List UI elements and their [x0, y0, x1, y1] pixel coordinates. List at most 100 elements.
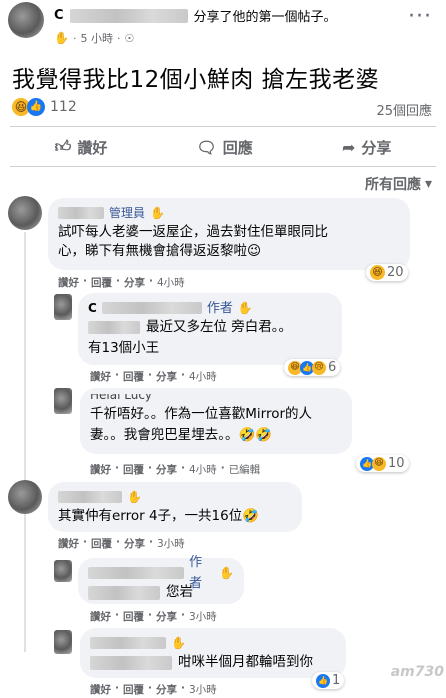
- post-action-bar: 👍︎ 讚好 🗨︎ 回應 ➦ 分享: [10, 132, 436, 162]
- comment-text-line: 有13個小王: [88, 340, 160, 356]
- more-dots-icon[interactable]: ···: [408, 4, 432, 29]
- comment-author-name-blurred[interactable]: [58, 207, 104, 219]
- comment-edited-label[interactable]: 已編輯: [229, 462, 261, 477]
- comment-reply-link[interactable]: 回覆: [91, 536, 112, 551]
- replier-avatar[interactable]: [54, 294, 72, 320]
- comment-reaction-count: 1: [332, 673, 341, 688]
- comment-author: 作者 ✋: [88, 555, 234, 591]
- comment-bubble: ✋ 其實仲有error 4子，一共16位🤣: [48, 482, 302, 532]
- comment-share-link[interactable]: 分享: [124, 536, 145, 551]
- comment-share-link[interactable]: 分享: [156, 462, 177, 477]
- comment-author-name-blurred[interactable]: [88, 567, 185, 579]
- comment-author: ✋: [90, 634, 336, 652]
- post-author-avatar[interactable]: [8, 2, 44, 38]
- comment-button[interactable]: 🗨︎ 回應: [196, 137, 252, 158]
- sort-label: 所有回應: [364, 177, 421, 193]
- author-badge: 作者: [206, 300, 233, 316]
- commenter-avatar[interactable]: [8, 196, 42, 230]
- comment-actions: 讚好 · 回覆 · 分享 · 3小時: [90, 682, 217, 697]
- comment-share-link[interactable]: 分享: [156, 369, 177, 384]
- comment-like-link[interactable]: 讚好: [90, 369, 111, 384]
- reaction-count: 112: [50, 99, 77, 115]
- comment-text-line: 其實仲有error 4子，一共16位🤣: [58, 508, 260, 524]
- comment-like-link[interactable]: 讚好: [58, 536, 79, 551]
- top-fan-badge-icon: ✋: [171, 635, 186, 650]
- comment-actions: 讚好 · 回覆 · 分享 · 4小時: [90, 369, 217, 384]
- speech-bubble-icon: 🗨︎: [196, 137, 217, 157]
- comment-time[interactable]: 3小時: [189, 609, 217, 624]
- comment-text-row: 最近又多左位 旁白君。。: [88, 317, 332, 338]
- comment-reactions[interactable]: 😆 20: [366, 264, 408, 281]
- post-shared-text: 分享了他的第一個帖子。: [193, 10, 337, 25]
- comment-text-line: 咁咪半個月都輪唔到你: [178, 654, 313, 670]
- comment-reply-link[interactable]: 回覆: [123, 609, 144, 624]
- post-time[interactable]: 5 小時: [80, 30, 113, 46]
- comment-author-name-blurred[interactable]: [58, 491, 122, 503]
- comment-text-line: 千祈唔好。。作為一位喜歡Mirror的人: [90, 406, 313, 422]
- commenter-avatar[interactable]: [8, 480, 42, 514]
- comment-author-name-blurred[interactable]: [101, 302, 202, 314]
- watermark-logo: am730: [390, 664, 444, 680]
- meta-separator-2: ·: [116, 31, 121, 45]
- comment-share-link[interactable]: 分享: [156, 682, 177, 697]
- comment-reactions[interactable]: 😆 👍 😢 6: [284, 359, 341, 376]
- comment-like-link[interactable]: 讚好: [90, 609, 111, 624]
- comment-author: C 作者 ✋: [88, 299, 332, 317]
- mention-blurred[interactable]: [88, 321, 140, 334]
- post-meta: ✋ · 5 小時 · ☉: [54, 30, 134, 46]
- comment-text-line: 最近又多左位 旁白君。。: [146, 319, 293, 335]
- comment-like-link[interactable]: 讚好: [58, 275, 79, 290]
- top-fan-badge-icon: ✋: [127, 489, 142, 504]
- comment-label: 回應: [222, 138, 253, 157]
- comment-author-name-partial[interactable]: Helai Lucy: [90, 394, 152, 404]
- reply-thread-line: [24, 232, 26, 652]
- comment-time[interactable]: 4小時: [189, 369, 217, 384]
- comment-text-row: 咁咪半個月都輪唔到你: [90, 652, 336, 673]
- privacy-icon: ☉: [124, 31, 135, 45]
- share-button[interactable]: ➦ 分享: [342, 137, 391, 158]
- comment-time[interactable]: 4小時: [157, 275, 185, 290]
- comment-bubble: C 作者 ✋ 最近又多左位 旁白君。。 有13個小王: [78, 293, 342, 365]
- comment-reply-link[interactable]: 回覆: [91, 275, 112, 290]
- mention-blurred[interactable]: [88, 585, 160, 600]
- comment-author-prefix[interactable]: C: [88, 298, 97, 319]
- comment-count[interactable]: 25個回應: [376, 100, 432, 119]
- comment-reactions[interactable]: 👍 1: [312, 672, 345, 689]
- replier-avatar[interactable]: [54, 560, 72, 582]
- meta-separator: ·: [72, 31, 77, 45]
- comment-reactions[interactable]: 👍 😆 10: [356, 455, 409, 472]
- comment-reply-link[interactable]: 回覆: [123, 682, 144, 697]
- replier-avatar[interactable]: [54, 388, 72, 414]
- comment-reaction-count: 20: [387, 265, 404, 280]
- comment-reaction-count: 6: [328, 360, 337, 375]
- comment-text-line: 心，睇下有無機會搶得返返黎啦😉: [58, 243, 262, 259]
- like-button[interactable]: 👍︎ 讚好: [55, 137, 108, 158]
- comment-share-link[interactable]: 分享: [124, 275, 145, 290]
- comment-time[interactable]: 3小時: [157, 536, 185, 551]
- comment-sort-dropdown[interactable]: 所有回應 ▾: [365, 174, 432, 194]
- post-reactions[interactable]: 😆 👍 112: [12, 98, 77, 116]
- share-arrow-icon: ➦: [341, 137, 356, 157]
- comment-time[interactable]: 3小時: [189, 682, 217, 697]
- comment-time[interactable]: 4小時: [189, 462, 217, 477]
- post-author-name-blurred[interactable]: [69, 8, 188, 23]
- sad-reaction-icon: 😢: [312, 360, 326, 375]
- comment-like-link[interactable]: 讚好: [90, 462, 111, 477]
- comment-actions: 讚好 · 回覆 · 分享 · 4小時 · 已編輯: [90, 462, 261, 477]
- divider-top: [10, 126, 436, 127]
- replier-avatar[interactable]: [54, 630, 72, 654]
- comment-actions: 讚好 · 回覆 · 分享 · 3小時: [90, 609, 217, 624]
- comment-actions: 讚好 · 回覆 · 分享 · 3小時: [58, 536, 185, 551]
- share-label: 分享: [361, 138, 392, 157]
- like-reaction-icon: 👍: [27, 98, 45, 116]
- comment-author-name-blurred[interactable]: [90, 637, 166, 649]
- mention-blurred[interactable]: [90, 655, 172, 670]
- comment-author: Helai Lucy: [90, 394, 342, 404]
- haha-reaction-icon: 😆: [372, 456, 386, 471]
- comment-reply-link[interactable]: 回覆: [123, 462, 144, 477]
- comment-text-line: 試吓每人老婆一返屋企，過去對住佢單眼同比: [58, 224, 328, 240]
- comment-like-link[interactable]: 讚好: [90, 682, 111, 697]
- post-author-name-prefix[interactable]: C: [54, 8, 64, 23]
- comment-reply-link[interactable]: 回覆: [123, 369, 144, 384]
- comment-share-link[interactable]: 分享: [156, 609, 177, 624]
